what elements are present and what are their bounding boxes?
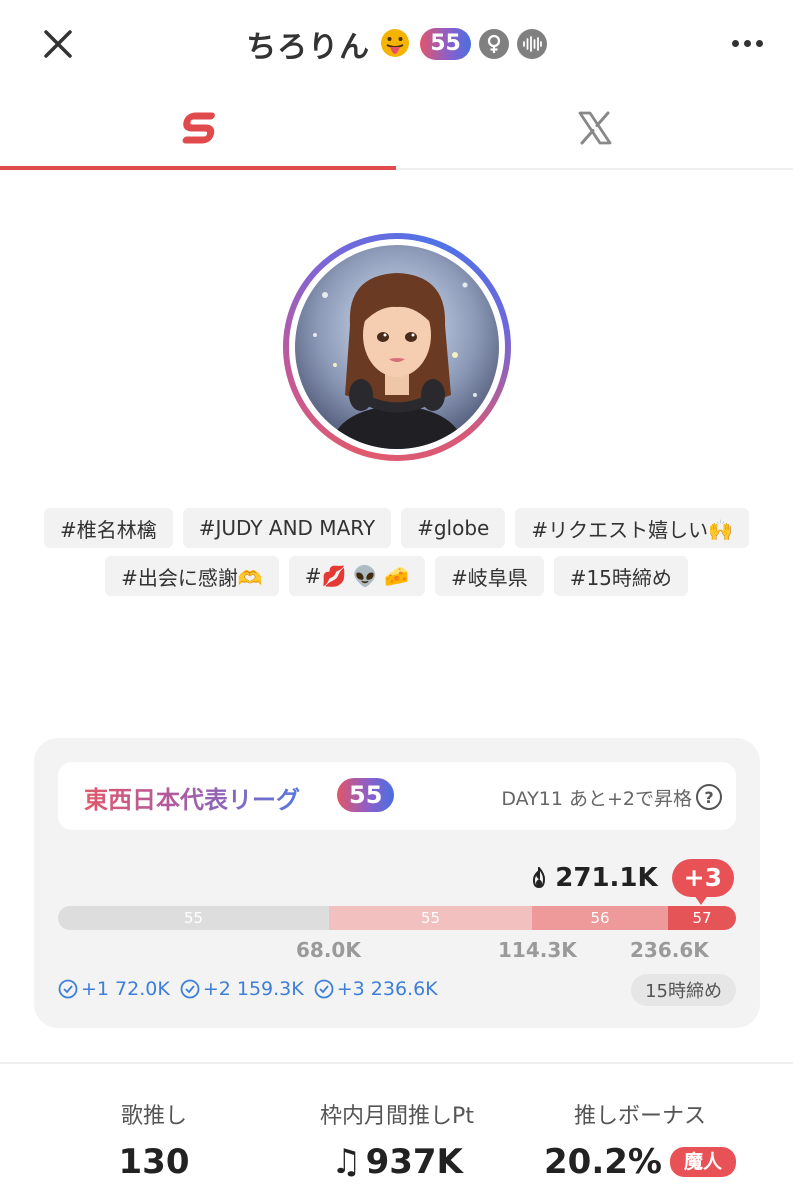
tag-chip[interactable]: #リクエスト嬉しい🙌 [515,508,750,548]
stat-label: 枠内月間推しPt [320,1104,474,1129]
league-score: 271.1K +3 [529,858,734,905]
female-icon [478,29,509,59]
stat-value: 937K [365,1142,463,1182]
stats-row: 歌推し 130 枠内月間推しPt ♫ 937K 推しボーナス 20.2% 魔人 [0,1098,793,1188]
league-card: 東西日本代表リーグ 55 DAY11 あと+2で昇格 ? 271.1K +3 5… [34,738,760,1028]
league-name: 東西日本代表リーグ [84,780,300,815]
progress-segment: 55 [58,906,329,930]
tag-chip[interactable]: #JUDY AND MARY [182,508,392,548]
league-status: DAY11 あと+2で昇格 [501,788,692,810]
divider [0,1062,793,1064]
voice-icon[interactable] [516,29,547,59]
tag-chip[interactable]: #椎名林檎 [43,508,173,548]
score-value: 271.1K [555,863,658,893]
avatar-ring [283,233,511,461]
more-icon-dot [743,39,751,47]
threshold-tick: 68.0K [296,938,361,962]
rank-badge: 魔人 [669,1147,736,1177]
tag-chip[interactable]: #岐阜県 [434,556,544,596]
x-logo-icon [578,111,612,145]
progress-segment: 55 [329,906,532,930]
check-circle-icon [58,979,78,999]
promotion-goal: +1 72.0K [58,978,170,1000]
more-options-button[interactable] [727,26,767,60]
progress-segment: 56 [532,906,668,930]
stat-value: 20.2% [544,1142,662,1182]
threshold-tick: 236.6K [630,938,709,962]
profile-name: ちろりん [246,30,371,65]
fire-icon [533,867,546,889]
league-header[interactable]: 東西日本代表リーグ 55 DAY11 あと+2で昇格 ? [58,762,736,830]
stat-monthly-points[interactable]: 枠内月間推しPt ♫ 937K [265,1098,529,1182]
league-level-badge: 55 [337,778,395,812]
music-note-icon: ♫ [331,1142,362,1182]
tab-streaming-app[interactable] [0,88,396,170]
rank-change-badge: +3 [671,859,734,905]
goal-text: +2 159.3K [202,978,304,1000]
stat-label: 歌推し [120,1104,187,1129]
stat-oshi-bonus[interactable]: 推しボーナス 20.2% 魔人 [508,1098,772,1182]
goal-text: +1 72.0K [81,978,170,1000]
help-icon[interactable]: ? [696,784,722,810]
stat-song-oshi[interactable]: 歌推し 130 [22,1098,286,1182]
league-progress-bar: 55 55 56 57 [58,906,736,930]
promotion-goals: +1 72.0K +2 159.3K +3 236.6K [58,978,438,1000]
progress-segment: 57 [668,906,736,930]
profile-tabs [0,88,793,170]
stat-value: 130 [118,1142,190,1182]
more-icon-dot [731,39,739,47]
level-badge: 55 [420,28,471,60]
avatar[interactable] [295,245,499,449]
promotion-goal: +2 159.3K [180,978,304,1000]
more-icon-dot [755,39,763,47]
tag-chip[interactable]: #💋 👽 🧀 [288,556,425,596]
profile-title-bar: ちろりん 55 [0,22,793,66]
tag-list: #椎名林檎 #JUDY AND MARY #globe #リクエスト嬉しい🙌 #… [30,508,763,596]
tag-chip[interactable]: #globe [401,508,506,548]
threshold-tick: 114.3K [498,938,577,962]
goal-text: +3 236.6K [336,978,438,1000]
tag-chip[interactable]: #出会に感謝🫶 [105,556,279,596]
active-tab-indicator [0,166,396,170]
deadline-badge: 15時締め [631,974,736,1006]
check-circle-icon [180,979,200,999]
tag-chip[interactable]: #15時締め [553,556,688,596]
promotion-goal: +3 236.6K [314,978,438,1000]
tongue-emoji-icon [381,29,410,57]
stat-label: 推しボーナス [573,1104,706,1129]
header: ちろりん 55 [0,0,793,88]
check-circle-icon [314,979,334,999]
tab-x[interactable] [397,88,793,168]
app-logo-icon [182,112,215,144]
